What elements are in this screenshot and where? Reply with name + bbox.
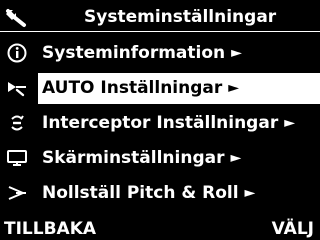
menu-item-label: Nollställ Pitch & Roll ► [42, 183, 256, 203]
header-divider [0, 31, 320, 32]
auto-trim-icon [8, 82, 26, 97]
back-softkey[interactable]: TILLBAKA [4, 218, 96, 240]
header: Systeminställningar [0, 4, 320, 32]
settings-screen: Systeminställningar Systeminformation ► A… [0, 0, 320, 240]
chevron-right-icon: ► [244, 185, 256, 201]
settings-menu: Systeminformation► AUTO Inställningar► [0, 36, 320, 211]
chevron-right-icon: ► [284, 115, 295, 131]
select-softkey[interactable]: VÄLJ [272, 218, 314, 240]
page-title: Systeminställningar [84, 7, 277, 27]
wrench-icon [6, 9, 26, 27]
reset-pitch-roll-icon [8, 186, 26, 200]
menu-item-label: Interceptor Inställningar ► [42, 113, 295, 133]
menu-item-nollstall-pitch-roll[interactable]: Nollställ Pitch & Roll ► [0, 176, 320, 211]
menu-item-label: Systeminformation ► [42, 43, 242, 63]
chevron-right-icon: ► [228, 80, 240, 96]
chevron-right-icon: ► [230, 150, 242, 166]
menu-item-label: AUTO Inställningar ► [42, 78, 240, 98]
menu-item-auto-installningar[interactable]: AUTO Inställningar ► [0, 71, 320, 106]
monitor-icon [7, 150, 27, 166]
menu-item-skarminstallningar[interactable]: Skärminställningar ► [0, 141, 320, 176]
menu-item-systeminformation[interactable]: Systeminformation ► [0, 36, 320, 71]
menu-item-label: Skärminställningar ► [42, 148, 242, 168]
interceptor-icon [11, 115, 24, 131]
softkey-bar: TILLBAKA VÄLJ [0, 218, 320, 240]
info-icon [7, 43, 27, 63]
menu-item-interceptor-installningar[interactable]: Interceptor Inställningar ► [0, 106, 320, 141]
chevron-right-icon: ► [231, 45, 242, 61]
